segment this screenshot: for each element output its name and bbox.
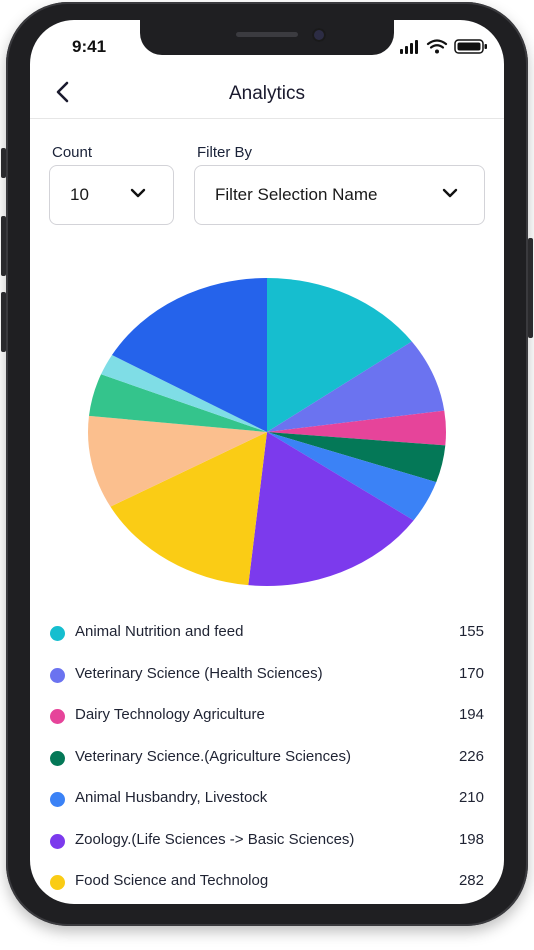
legend-item[interactable]: Food Science and Technolog 282 [50, 867, 490, 909]
legend-value: 210 [458, 789, 484, 806]
legend-value: 155 [458, 623, 484, 640]
count-dropdown[interactable]: 10 [49, 165, 174, 225]
volume-down-button [1, 292, 6, 352]
page-title: Analytics [228, 83, 306, 104]
speaker [236, 32, 298, 37]
camera [312, 28, 326, 42]
legend-value: 226 [458, 747, 484, 765]
legend-value: 194 [458, 706, 484, 723]
notch [140, 20, 394, 55]
count-value: 10 [70, 185, 89, 204]
count-label: Count [52, 144, 93, 161]
chevron-down-icon [130, 188, 146, 198]
legend-value: 170 [458, 664, 484, 682]
filter-label: Filter By [197, 144, 253, 161]
filter-dropdown[interactable]: Filter Selection Name [194, 165, 485, 225]
legend-label: Veterinary Science (Health Sciences) [75, 664, 323, 682]
legend-label: Veterinary Science.(Agriculture Sciences… [75, 747, 351, 765]
legend-value: 282 [458, 872, 484, 889]
chevron-down-icon [442, 188, 458, 198]
legend-color-dot [50, 833, 65, 849]
legend-color-dot [50, 750, 65, 766]
legend-color-dot [50, 626, 65, 641]
legend-label: Animal Husbandry, Livestock [75, 789, 268, 806]
mute-switch [1, 148, 6, 178]
power-button [528, 238, 533, 338]
legend-label: Dairy Technology Agriculture [75, 706, 265, 723]
status-icons [400, 38, 490, 54]
legend-label: Food Science and Technolog [75, 872, 269, 889]
pie-chart [87, 278, 447, 587]
legend-item[interactable]: Dairy Technology Agriculture 194 [50, 701, 490, 743]
chart-legend: Animal Nutrition and feed 155 Veterinary S… [50, 618, 490, 909]
legend-color-dot [50, 792, 65, 807]
signal-wifi-battery-icons [400, 39, 487, 54]
legend-label: Animal Nutrition and feed [75, 623, 244, 640]
legend-label: Zoology.(Life Sciences -> Basic Sciences… [75, 830, 355, 848]
legend-item[interactable]: Zoology.(Life Sciences -> Basic Sciences… [50, 826, 490, 868]
battery-icon [454, 39, 487, 54]
wifi-icon [426, 39, 448, 49]
legend-color-dot [50, 709, 65, 724]
legend-color-dot [50, 875, 65, 890]
app-header: Analytics [30, 72, 504, 119]
legend-item[interactable]: Animal Husbandry, Livestock 210 [50, 784, 490, 826]
legend-item[interactable]: Animal Nutrition and feed 155 [50, 618, 490, 660]
legend-item[interactable]: Veterinary Science (Health Sciences) 170 [50, 660, 490, 702]
status-time: 9:41 [72, 37, 107, 56]
legend-item[interactable]: Veterinary Science.(Agriculture Sciences… [50, 743, 490, 785]
volume-up-button [1, 216, 6, 276]
legend-color-dot [50, 667, 65, 683]
signal-icon [400, 40, 418, 54]
legend-value: 198 [458, 830, 484, 848]
filter-value: Filter Selection Name [215, 185, 378, 204]
